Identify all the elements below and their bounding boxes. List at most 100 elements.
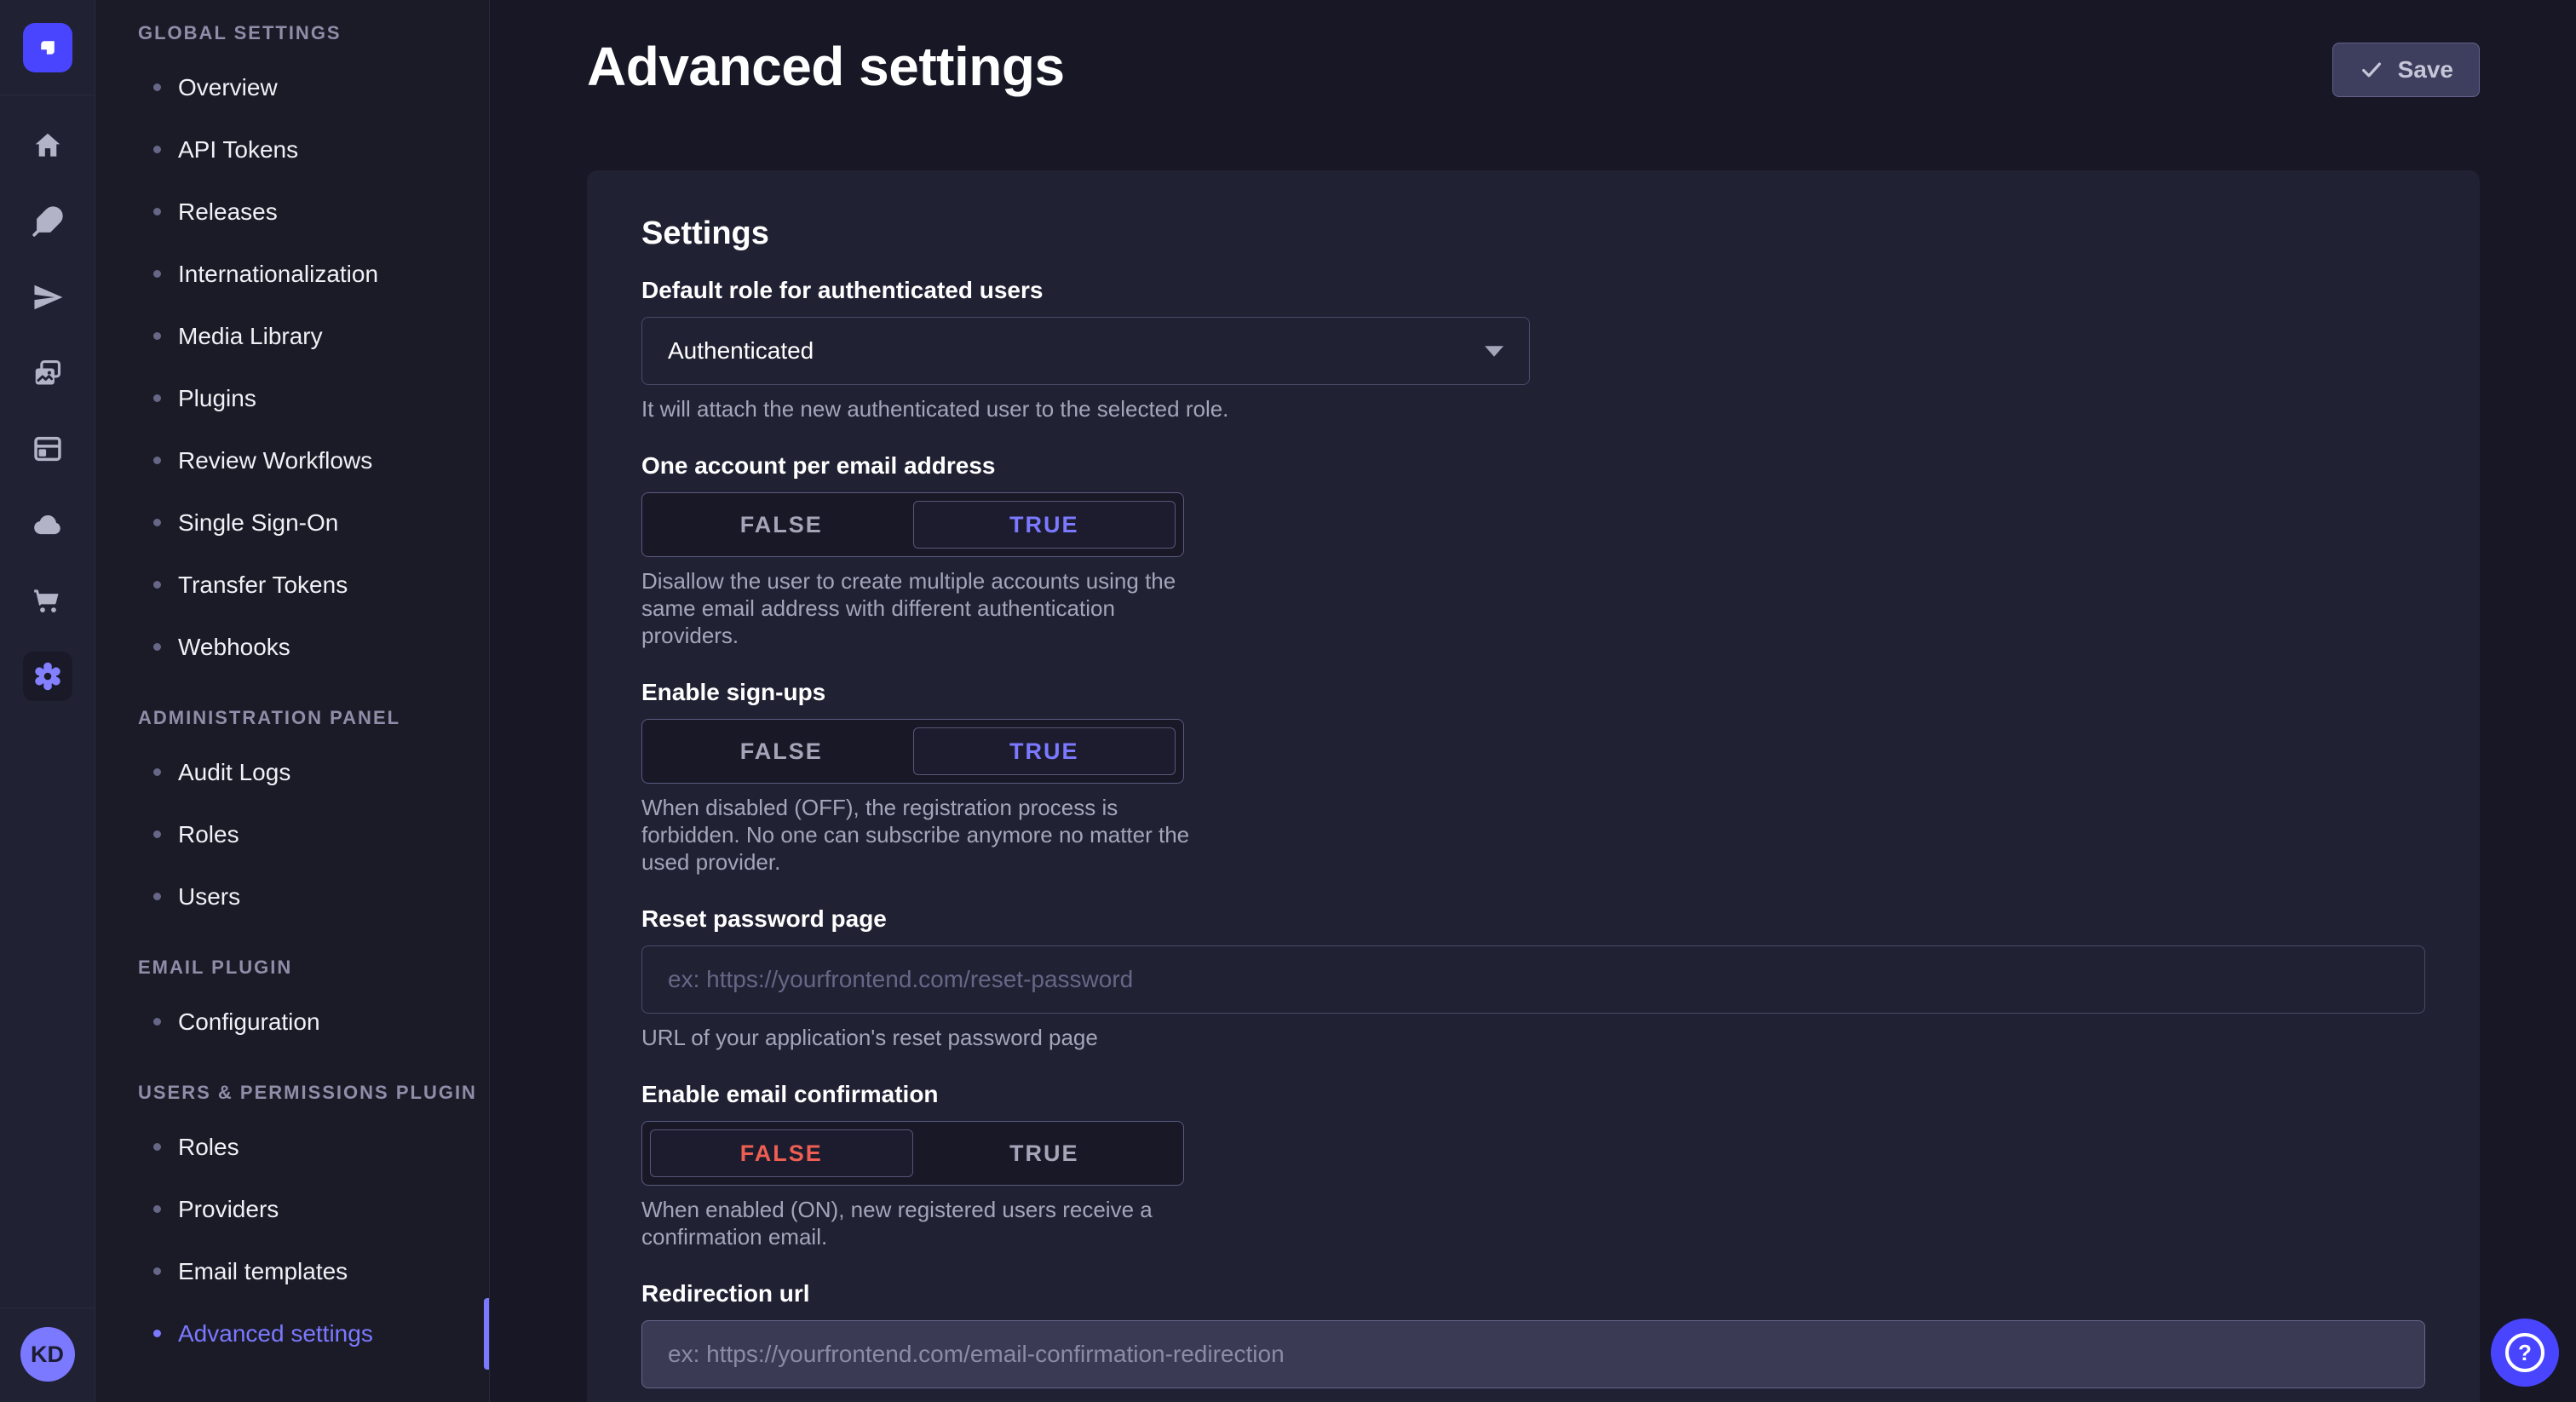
- sidebar-item-label: Roles: [178, 821, 239, 848]
- bullet-icon: [153, 146, 161, 153]
- main-content: Advanced settings Save Settings Default …: [490, 0, 2576, 1402]
- feather-icon[interactable]: [23, 197, 72, 246]
- sidebar-item-label: Overview: [178, 74, 278, 101]
- sidebar-item-plugins[interactable]: Plugins: [95, 367, 489, 429]
- gear-icon[interactable]: [23, 652, 72, 701]
- cart-icon[interactable]: [23, 576, 72, 625]
- sidebar-item-single-sign-on[interactable]: Single Sign-On: [95, 491, 489, 554]
- field-redirection-url: Redirection url: [641, 1279, 2425, 1388]
- sidebar-item-label: Roles: [178, 1134, 239, 1161]
- bullet-icon: [153, 208, 161, 215]
- field-label: Redirection url: [641, 1279, 2425, 1308]
- cloud-icon[interactable]: [23, 500, 72, 549]
- bullet-icon: [153, 1018, 161, 1026]
- bullet-icon: [153, 270, 161, 278]
- layout-icon[interactable]: [23, 424, 72, 474]
- field-one-account: One account per email address FALSE TRUE…: [641, 451, 2425, 649]
- email-confirmation-false-option[interactable]: FALSE: [650, 1129, 913, 1177]
- section-heading: USERS & PERMISSIONS PLUGIN: [138, 1082, 489, 1104]
- bullet-icon: [153, 1267, 161, 1275]
- sidebar-item-overview[interactable]: Overview: [95, 56, 489, 118]
- logo-container: [0, 0, 95, 95]
- sidebar-item-label: Advanced settings: [178, 1320, 373, 1347]
- bullet-icon: [153, 332, 161, 340]
- email-confirmation-true-option[interactable]: TRUE: [913, 1129, 1176, 1177]
- paper-plane-icon[interactable]: [23, 273, 72, 322]
- reset-password-input[interactable]: [641, 945, 2425, 1014]
- sidebar-item-internationalization[interactable]: Internationalization: [95, 243, 489, 305]
- sidebar-item-label: Media Library: [178, 323, 323, 350]
- section-heading: EMAIL PLUGIN: [138, 957, 489, 979]
- one-account-true-option[interactable]: TRUE: [913, 501, 1176, 549]
- sidebar-item-label: Configuration: [178, 1008, 320, 1036]
- sidebar-item-label: Plugins: [178, 385, 256, 412]
- sidebar-item-releases[interactable]: Releases: [95, 181, 489, 243]
- bullet-icon: [153, 1143, 161, 1151]
- sidebar-item-label: Audit Logs: [178, 759, 290, 786]
- bullet-icon: [153, 394, 161, 402]
- sidebar-item-label: Releases: [178, 198, 278, 226]
- icon-nav-list: [23, 95, 72, 1307]
- settings-subnav: GLOBAL SETTINGS Overview API Tokens Rele…: [95, 0, 490, 1402]
- sidebar-item-label: Internationalization: [178, 261, 378, 288]
- section-users-permissions-plugin: USERS & PERMISSIONS PLUGIN Roles Provide…: [95, 1082, 489, 1365]
- help-button[interactable]: ?: [2491, 1319, 2559, 1387]
- main-nav: KD: [0, 0, 95, 1402]
- app-root: KD GLOBAL SETTINGS Overview API Tokens R…: [0, 0, 2576, 1402]
- sidebar-item-providers[interactable]: Providers: [95, 1178, 489, 1240]
- bullet-icon: [153, 643, 161, 651]
- bullet-icon: [153, 768, 161, 776]
- check-icon: [2359, 57, 2384, 83]
- one-account-false-option[interactable]: FALSE: [650, 501, 913, 549]
- one-account-toggle: FALSE TRUE: [641, 492, 1184, 557]
- sidebar-item-review-workflows[interactable]: Review Workflows: [95, 429, 489, 491]
- sidebar-item-configuration[interactable]: Configuration: [95, 991, 489, 1053]
- sidebar-item-email-templates[interactable]: Email templates: [95, 1240, 489, 1302]
- sidebar-item-label: Transfer Tokens: [178, 572, 348, 599]
- field-hint: Disallow the user to create multiple acc…: [641, 567, 1214, 649]
- sidebar-item-users[interactable]: Users: [95, 865, 489, 928]
- sidebar-item-audit-logs[interactable]: Audit Logs: [95, 741, 489, 803]
- default-role-select[interactable]: Authenticated: [641, 317, 1530, 385]
- redirection-url-input[interactable]: [641, 1320, 2425, 1388]
- sidebar-item-webhooks[interactable]: Webhooks: [95, 616, 489, 678]
- field-label: Enable sign-ups: [641, 678, 2425, 707]
- save-button-label: Save: [2398, 56, 2453, 83]
- enable-signups-toggle: FALSE TRUE: [641, 719, 1184, 784]
- sidebar-item-label: API Tokens: [178, 136, 298, 164]
- section-heading: GLOBAL SETTINGS: [138, 22, 489, 44]
- pictures-icon[interactable]: [23, 348, 72, 398]
- sidebar-item-admin-roles[interactable]: Roles: [95, 803, 489, 865]
- sidebar-item-advanced-settings[interactable]: Advanced settings: [95, 1302, 489, 1365]
- page-title: Advanced settings: [587, 34, 1065, 99]
- field-label: Default role for authenticated users: [641, 276, 2425, 305]
- bullet-icon: [153, 83, 161, 91]
- sidebar-item-media-library[interactable]: Media Library: [95, 305, 489, 367]
- sidebar-item-transfer-tokens[interactable]: Transfer Tokens: [95, 554, 489, 616]
- section-global-settings: GLOBAL SETTINGS Overview API Tokens Rele…: [95, 22, 489, 678]
- strapi-logo-icon: [33, 33, 62, 62]
- bullet-icon: [153, 457, 161, 464]
- strapi-logo[interactable]: [23, 23, 72, 72]
- save-button[interactable]: Save: [2332, 43, 2480, 97]
- field-hint: It will attach the new authenticated use…: [641, 395, 2425, 422]
- signups-false-option[interactable]: FALSE: [650, 727, 913, 775]
- signups-true-option[interactable]: TRUE: [913, 727, 1176, 775]
- field-hint: URL of your application's reset password…: [641, 1024, 2425, 1051]
- field-label: One account per email address: [641, 451, 2425, 480]
- sidebar-item-up-roles[interactable]: Roles: [95, 1116, 489, 1178]
- sidebar-item-api-tokens[interactable]: API Tokens: [95, 118, 489, 181]
- avatar[interactable]: KD: [20, 1327, 75, 1382]
- field-label: Enable email confirmation: [641, 1080, 2425, 1109]
- bullet-icon: [153, 519, 161, 526]
- home-icon[interactable]: [23, 121, 72, 170]
- bullet-icon: [153, 1330, 161, 1337]
- field-email-confirmation: Enable email confirmation FALSE TRUE Whe…: [641, 1080, 2425, 1250]
- section-administration-panel: ADMINISTRATION PANEL Audit Logs Roles Us…: [95, 707, 489, 928]
- bullet-icon: [153, 893, 161, 900]
- field-enable-signups: Enable sign-ups FALSE TRUE When disabled…: [641, 678, 2425, 876]
- settings-card: Settings Default role for authenticated …: [587, 170, 2480, 1402]
- chevron-down-icon: [1485, 346, 1504, 357]
- section-heading: ADMINISTRATION PANEL: [138, 707, 489, 729]
- card-title: Settings: [641, 215, 2425, 252]
